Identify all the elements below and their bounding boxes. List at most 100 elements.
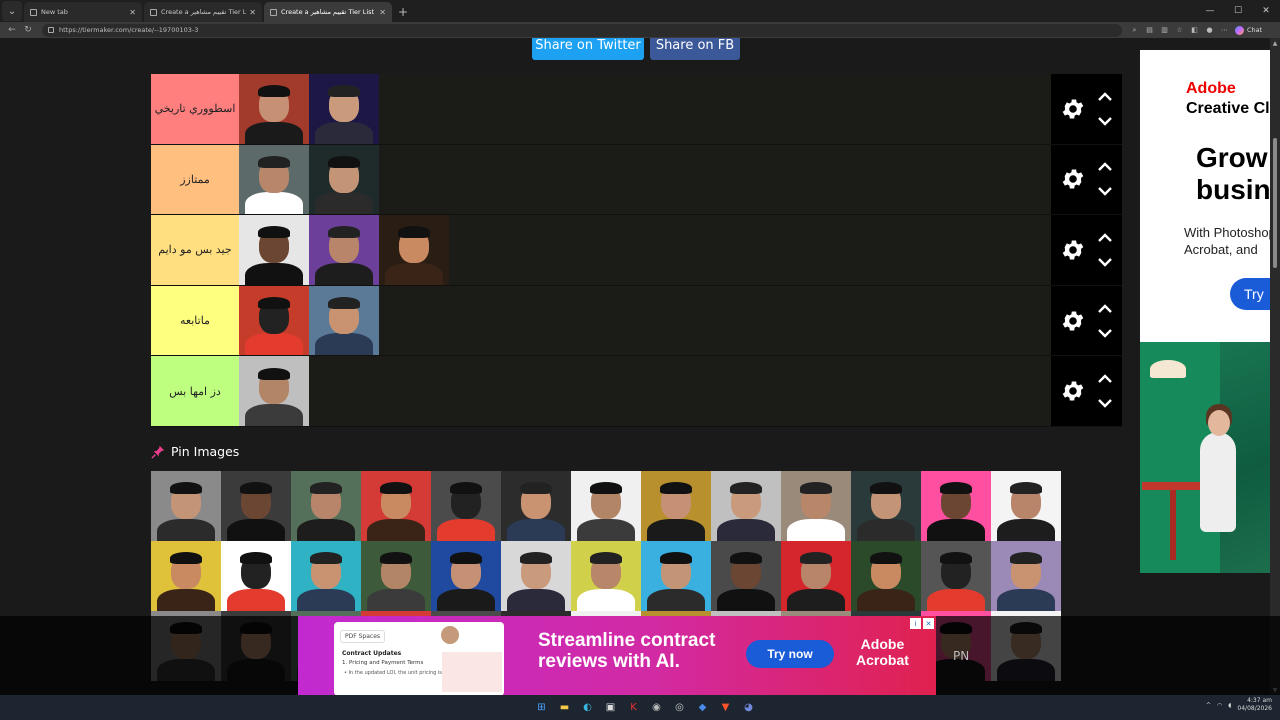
tier-drop-zone[interactable]: [239, 74, 1051, 144]
tab-tiermaker-1[interactable]: Create a تقييم مشاهير Tier List - TierMa…: [144, 2, 262, 22]
tab-menu-button[interactable]: ⌄: [2, 1, 22, 21]
page-scrollbar[interactable]: ▲ ▼: [1270, 38, 1280, 695]
pool-image-tile[interactable]: [921, 541, 991, 611]
pool-image-tile[interactable]: [221, 541, 291, 611]
tier-image-tile[interactable]: [239, 285, 309, 356]
pool-image-tile[interactable]: [851, 541, 921, 611]
volume-icon[interactable]: ◖: [1228, 702, 1231, 709]
tier-image-tile[interactable]: [239, 144, 309, 215]
bottom-ad-banner[interactable]: PDF Spaces Contract Updates 1. Pricing a…: [298, 616, 936, 695]
tier-drop-zone[interactable]: [239, 285, 1051, 356]
pool-image-tile[interactable]: [781, 541, 851, 611]
pool-image-tile[interactable]: [151, 541, 221, 611]
close-window-icon[interactable]: ✕: [1252, 0, 1280, 22]
ad-info-icon[interactable]: i: [910, 618, 921, 629]
tier-image-tile[interactable]: [239, 215, 309, 285]
tab-new-tab[interactable]: New tab ✕: [24, 2, 142, 22]
chevron-down-icon[interactable]: [1095, 113, 1115, 129]
tier-drop-zone[interactable]: [239, 356, 1051, 426]
tier-label[interactable]: ممتازز: [151, 144, 239, 215]
chevron-down-icon[interactable]: [1095, 183, 1115, 199]
pool-image-tile[interactable]: [291, 541, 361, 611]
ad-try-button[interactable]: Try: [1230, 278, 1270, 310]
gear-icon[interactable]: [1055, 232, 1091, 268]
pool-image-tile[interactable]: [781, 471, 851, 541]
clock[interactable]: 4:37 am 04/08/2026: [1237, 697, 1272, 713]
scroll-up-icon[interactable]: ▲: [1270, 38, 1280, 48]
file-explorer-icon[interactable]: ▬: [555, 698, 574, 717]
chevron-down-icon[interactable]: [1095, 325, 1115, 341]
gear-icon[interactable]: [1055, 91, 1091, 127]
tab-tiermaker-2[interactable]: Create a تقييم مشاهير Tier List - TierMa…: [264, 2, 392, 22]
edge-icon[interactable]: ◐: [578, 698, 597, 717]
tier-label[interactable]: دز امها بس: [151, 356, 239, 426]
chevron-up-icon[interactable]: [1095, 301, 1115, 317]
refresh-icon[interactable]: ↻: [20, 23, 36, 37]
pool-image-tile[interactable]: [921, 471, 991, 541]
app-k-icon[interactable]: K: [624, 698, 643, 717]
extension-icon[interactable]: ◧: [1188, 24, 1201, 37]
pool-image-tile[interactable]: [361, 541, 431, 611]
brave-icon[interactable]: ▼: [716, 698, 735, 717]
steam-icon[interactable]: ◉: [647, 698, 666, 717]
pool-image-tile[interactable]: [991, 541, 1061, 611]
pool-image-tile[interactable]: [221, 471, 291, 541]
tier-drop-zone[interactable]: [239, 144, 1051, 215]
share-facebook-button[interactable]: Share on FB: [650, 38, 740, 60]
pool-image-tile[interactable]: [151, 471, 221, 541]
try-now-button[interactable]: Try now: [746, 640, 834, 668]
pool-image-tile[interactable]: [571, 541, 641, 611]
chevron-up-icon[interactable]: [1095, 89, 1115, 105]
wifi-icon[interactable]: ◠: [1217, 702, 1222, 709]
gear-icon[interactable]: [1055, 303, 1091, 339]
chevron-up-icon[interactable]: [1095, 159, 1115, 175]
ad-close-icon[interactable]: ✕: [923, 618, 934, 629]
discord-icon[interactable]: ◕: [739, 698, 758, 717]
scrollbar-thumb[interactable]: [1273, 138, 1277, 268]
pool-image-tile[interactable]: [711, 471, 781, 541]
tier-image-tile[interactable]: [239, 74, 309, 144]
pool-image-tile[interactable]: [431, 541, 501, 611]
tier-drop-zone[interactable]: [239, 215, 1051, 285]
pool-image-tile[interactable]: [501, 541, 571, 611]
pool-image-tile[interactable]: [851, 471, 921, 541]
pool-image-tile[interactable]: [501, 471, 571, 541]
zoom-icon[interactable]: ⌕: [1128, 24, 1141, 37]
pool-image-tile[interactable]: [991, 471, 1061, 541]
app-blue-icon[interactable]: ◆: [693, 698, 712, 717]
tier-image-tile[interactable]: [309, 215, 379, 285]
tier-image-tile[interactable]: [379, 215, 449, 285]
chevron-up-icon[interactable]: [1095, 230, 1115, 246]
more-menu-icon[interactable]: ⋯: [1218, 24, 1231, 37]
chrome-icon[interactable]: ◎: [670, 698, 689, 717]
favorite-star-icon[interactable]: ☆: [1173, 24, 1186, 37]
side-ad[interactable]: Adobe Creative Cloud Grow business With …: [1140, 50, 1270, 573]
pool-image-tile[interactable]: [571, 471, 641, 541]
maximize-icon[interactable]: ☐: [1224, 0, 1252, 22]
tray-chevron-icon[interactable]: ^: [1206, 702, 1211, 709]
pool-image-tile[interactable]: [431, 471, 501, 541]
tier-image-tile[interactable]: [309, 285, 379, 356]
tier-label[interactable]: ماتابعه: [151, 285, 239, 356]
tier-image-tile[interactable]: [239, 356, 309, 426]
tier-image-tile[interactable]: [309, 74, 379, 144]
pool-image-tile[interactable]: [641, 471, 711, 541]
pool-image-tile[interactable]: [291, 471, 361, 541]
copilot-chat-button[interactable]: Chat: [1235, 25, 1262, 35]
chevron-down-icon[interactable]: [1095, 395, 1115, 411]
tier-label[interactable]: جيد بس مو دايم: [151, 215, 239, 285]
close-icon[interactable]: ✕: [379, 8, 386, 17]
store-icon[interactable]: ▣: [601, 698, 620, 717]
close-icon[interactable]: ✕: [249, 8, 256, 17]
read-aloud-icon[interactable]: ▤: [1143, 24, 1156, 37]
windows-start-icon[interactable]: ⊞: [532, 698, 551, 717]
chevron-down-icon[interactable]: [1095, 254, 1115, 270]
close-icon[interactable]: ✕: [129, 8, 136, 17]
gear-icon[interactable]: [1055, 161, 1091, 197]
minimize-icon[interactable]: —: [1196, 0, 1224, 22]
back-icon[interactable]: ←: [4, 23, 20, 37]
pool-image-tile[interactable]: [361, 471, 431, 541]
pool-image-tile[interactable]: [711, 541, 781, 611]
chevron-up-icon[interactable]: [1095, 371, 1115, 387]
profile-icon[interactable]: ●: [1203, 24, 1216, 37]
